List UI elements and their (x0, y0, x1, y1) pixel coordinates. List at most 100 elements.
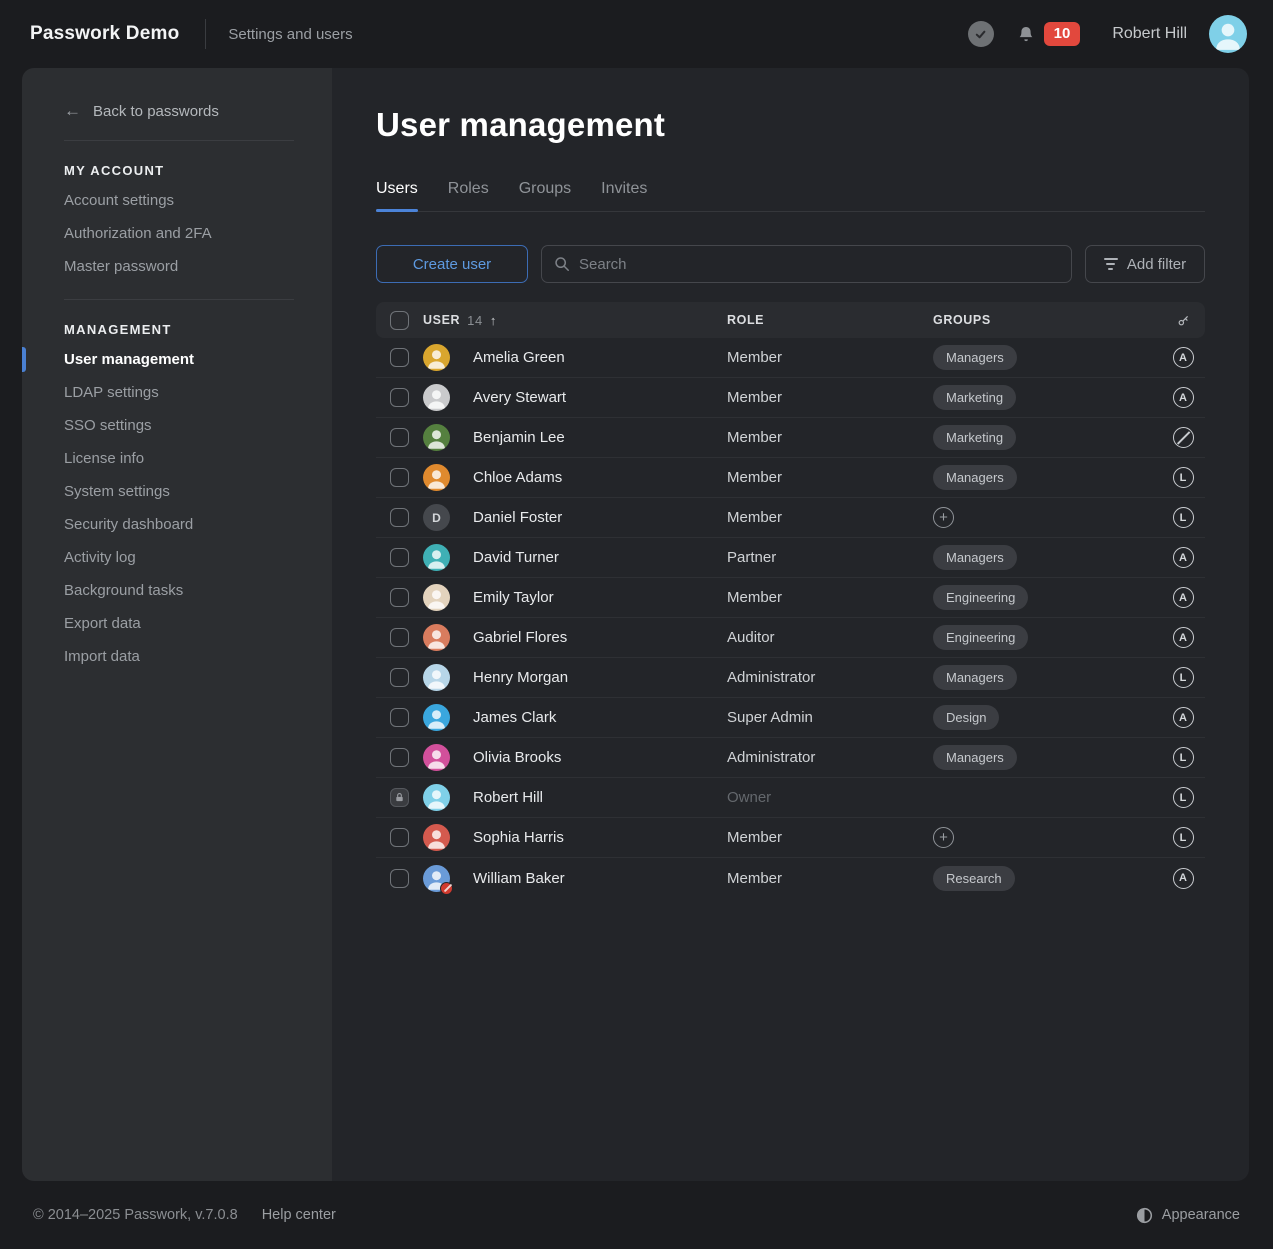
sidebar: ← Back to passwords MY ACCOUNTAccount se… (22, 68, 332, 1181)
sidebar-item-security-dashboard[interactable]: Security dashboard (22, 508, 332, 541)
user-role: Member (727, 589, 933, 606)
row-checkbox[interactable] (390, 628, 409, 647)
notifications-button[interactable]: 10 (1016, 22, 1081, 46)
tab-invites[interactable]: Invites (601, 180, 647, 211)
row-checkbox[interactable] (390, 869, 409, 888)
tab-groups[interactable]: Groups (519, 180, 571, 211)
add-filter-label: Add filter (1127, 256, 1186, 273)
row-avatar (423, 624, 450, 651)
table-body: Amelia Green Member Managers A Avery Ste… (376, 338, 1205, 898)
user-row[interactable]: Sophia Harris Member + L (376, 818, 1205, 858)
help-center-link[interactable]: Help center (262, 1207, 336, 1223)
row-checkbox[interactable] (390, 668, 409, 687)
sidebar-item-background-tasks[interactable]: Background tasks (22, 574, 332, 607)
select-all-checkbox[interactable] (390, 311, 409, 330)
user-groups: + (933, 827, 1161, 848)
tab-bar: Users Roles Groups Invites (376, 180, 1205, 212)
sidebar-item-sso-settings[interactable]: SSO settings (22, 409, 332, 442)
appearance-toggle[interactable]: Appearance (1136, 1207, 1240, 1224)
search-input-wrapper[interactable] (541, 245, 1072, 283)
column-header-key[interactable] (1161, 314, 1205, 327)
auth-type-icon: A (1173, 868, 1194, 889)
sidebar-item-export-data[interactable]: Export data (22, 607, 332, 640)
sidebar-item-master-password[interactable]: Master password (22, 250, 332, 283)
user-row[interactable]: David Turner Partner Managers A (376, 538, 1205, 578)
appearance-label: Appearance (1162, 1207, 1240, 1223)
status-check-icon[interactable] (968, 21, 994, 47)
page-title: User management (376, 106, 1205, 144)
row-lock (390, 788, 409, 807)
row-checkbox[interactable] (390, 748, 409, 767)
user-row[interactable]: James Clark Super Admin Design A (376, 698, 1205, 738)
user-row[interactable]: Chloe Adams Member Managers L (376, 458, 1205, 498)
user-row[interactable]: Benjamin Lee Member Marketing (376, 418, 1205, 458)
user-row[interactable]: D Daniel Foster Member + L (376, 498, 1205, 538)
row-checkbox[interactable] (390, 548, 409, 567)
auth-type-icon: A (1173, 347, 1194, 368)
row-avatar (423, 824, 450, 851)
row-checkbox[interactable] (390, 428, 409, 447)
row-checkbox[interactable] (390, 588, 409, 607)
footer: © 2014–2025 Passwork, v.7.0.8 Help cente… (0, 1181, 1273, 1249)
row-avatar (423, 384, 450, 411)
column-header-user[interactable]: USER 14 ↑ (423, 313, 727, 328)
row-checkbox[interactable] (390, 348, 409, 367)
user-row[interactable]: Olivia Brooks Administrator Managers L (376, 738, 1205, 778)
user-column-label: USER (423, 313, 460, 327)
row-avatar (423, 424, 450, 451)
toolbar: Create user Add filter (376, 245, 1205, 283)
user-count: 14 (467, 313, 483, 328)
sort-ascending-icon: ↑ (490, 313, 497, 328)
row-checkbox[interactable] (390, 828, 409, 847)
tab-users[interactable]: Users (376, 180, 418, 211)
user-groups: Marketing (933, 385, 1161, 410)
group-badge-managers: Managers (933, 665, 1017, 690)
sidebar-item-system-settings[interactable]: System settings (22, 475, 332, 508)
user-name: Sophia Harris (463, 829, 727, 846)
auth-type-icon: L (1173, 747, 1194, 768)
search-input[interactable] (579, 256, 1059, 273)
key-icon (1177, 314, 1190, 327)
row-checkbox[interactable] (390, 388, 409, 407)
sidebar-item-activity-log[interactable]: Activity log (22, 541, 332, 574)
back-to-passwords-link[interactable]: ← Back to passwords (22, 98, 332, 124)
row-avatar (423, 544, 450, 571)
auth-type-icon: L (1173, 667, 1194, 688)
add-group-icon[interactable]: + (933, 827, 954, 848)
sidebar-section-title-my-account: MY ACCOUNT (22, 141, 332, 184)
create-user-button[interactable]: Create user (376, 245, 528, 283)
user-row[interactable]: Amelia Green Member Managers A (376, 338, 1205, 378)
sidebar-item-user-management[interactable]: User management (22, 343, 332, 376)
sidebar-item-license-info[interactable]: License info (22, 442, 332, 475)
current-user-name[interactable]: Robert Hill (1112, 25, 1187, 43)
tab-roles[interactable]: Roles (448, 180, 489, 211)
row-checkbox[interactable] (390, 708, 409, 727)
sidebar-item-import-data[interactable]: Import data (22, 640, 332, 673)
user-name: Robert Hill (463, 789, 727, 806)
user-groups: Managers (933, 545, 1161, 570)
column-header-role: ROLE (727, 313, 933, 327)
row-checkbox[interactable] (390, 468, 409, 487)
user-row[interactable]: Avery Stewart Member Marketing A (376, 378, 1205, 418)
group-badge-managers: Managers (933, 345, 1017, 370)
user-role: Administrator (727, 669, 933, 686)
user-row[interactable]: William Baker Member Research A (376, 858, 1205, 898)
user-avatar-topbar[interactable] (1209, 15, 1247, 53)
app-title: Passwork Demo (30, 23, 179, 45)
user-role: Partner (727, 549, 933, 566)
sidebar-item-authorization-and-2fa[interactable]: Authorization and 2FA (22, 217, 332, 250)
user-name: Daniel Foster (463, 509, 727, 526)
sidebar-item-account-settings[interactable]: Account settings (22, 184, 332, 217)
main-panel: User management UsersRolesGroupsInvites … (332, 68, 1249, 1181)
sidebar-item-ldap-settings[interactable]: LDAP settings (22, 376, 332, 409)
user-row[interactable]: Henry Morgan Administrator Managers L (376, 658, 1205, 698)
add-filter-button[interactable]: Add filter (1085, 245, 1205, 283)
lock-icon (394, 792, 405, 803)
add-group-icon[interactable]: + (933, 507, 954, 528)
user-row[interactable]: Robert Hill Owner L (376, 778, 1205, 818)
appearance-half-moon-icon (1136, 1207, 1153, 1224)
user-role: Member (727, 429, 933, 446)
user-row[interactable]: Gabriel Flores Auditor Engineering A (376, 618, 1205, 658)
user-row[interactable]: Emily Taylor Member Engineering A (376, 578, 1205, 618)
row-checkbox[interactable] (390, 508, 409, 527)
